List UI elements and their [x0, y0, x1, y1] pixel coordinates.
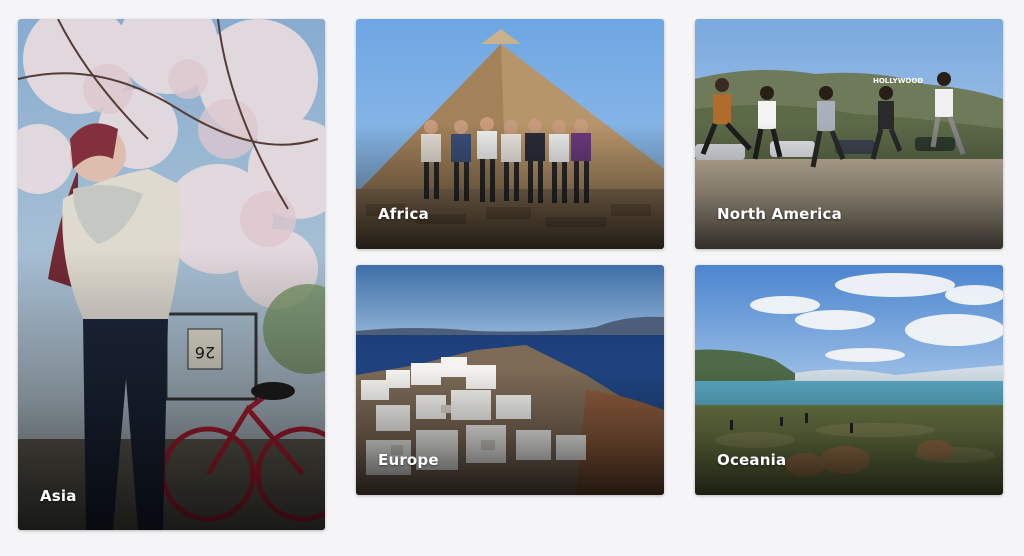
caption-gradient [695, 122, 1003, 249]
region-card-africa[interactable]: Africa [356, 19, 664, 249]
caption-gradient [356, 368, 664, 495]
caption-gradient [695, 368, 1003, 495]
region-label-europe: Europe [378, 451, 439, 469]
region-label-asia: Asia [40, 487, 77, 505]
region-card-europe[interactable]: Europe [356, 265, 664, 495]
region-card-oceania[interactable]: Oceania [695, 265, 1003, 495]
svg-text:HOLLYWOOD: HOLLYWOOD [873, 77, 923, 85]
caption-gradient [356, 122, 664, 249]
region-label-oceania: Oceania [717, 451, 787, 469]
region-label-africa: Africa [378, 205, 429, 223]
region-card-asia[interactable]: 26 Asia [18, 19, 325, 530]
region-card-north-america[interactable]: HOLLYWOOD North America [695, 19, 1003, 249]
region-label-north-america: North America [717, 205, 842, 223]
